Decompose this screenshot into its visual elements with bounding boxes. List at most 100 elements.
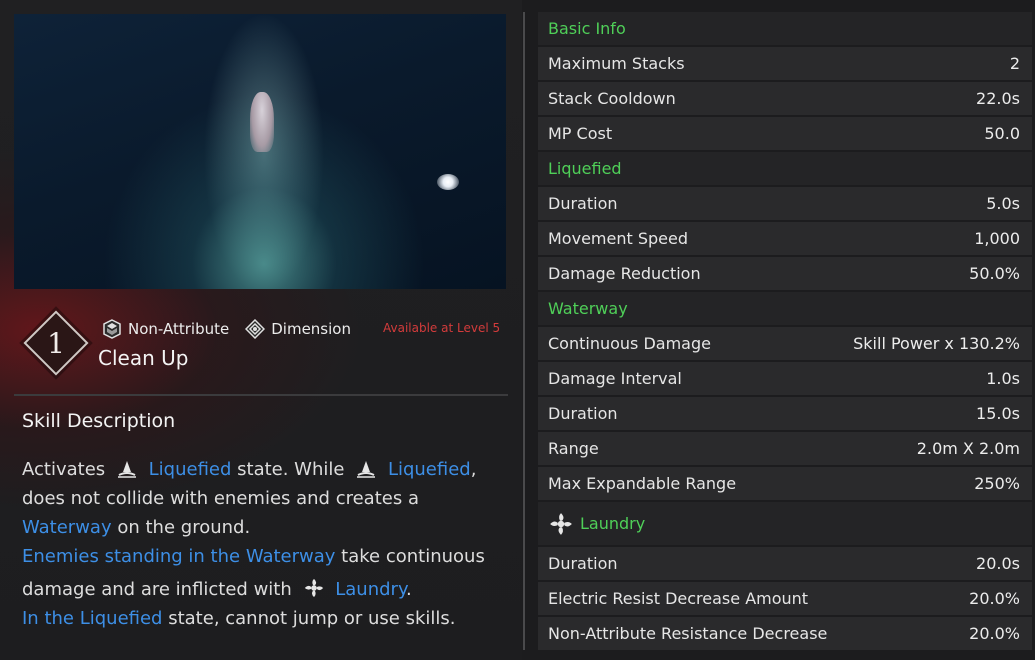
desc-text: state, cannot jump or use skills. <box>168 608 456 629</box>
laundry-icon <box>550 512 572 535</box>
desc-text: . <box>406 579 412 600</box>
stat-value: 20.0% <box>969 589 1020 608</box>
section-title: Liquefied <box>548 159 622 178</box>
stat-label: Range <box>548 439 599 458</box>
label-text: Damage Reduction <box>548 264 701 283</box>
stat-value: 20.0s <box>976 554 1020 573</box>
desc-text: on the ground. <box>117 517 251 538</box>
stat-label: MP Cost <box>548 124 612 143</box>
stat-value: Skill Power x 130.2% <box>853 334 1020 353</box>
label-text: Duration <box>548 404 618 423</box>
stats-row: Range 2.0m X 2.0m <box>538 432 1032 465</box>
stat-label: Damage Reduction <box>548 264 701 283</box>
stat-label: Stack Cooldown <box>548 89 676 108</box>
label-text: Movement Speed <box>548 229 688 248</box>
label-text: Maximum Stacks <box>548 54 685 73</box>
stats-row: Maximum Stacks 2 <box>538 47 1032 80</box>
non-attribute-icon <box>103 319 121 339</box>
stats-section-header: Basic Info <box>538 12 1032 45</box>
desc-keyword[interactable]: Waterway <box>22 517 112 538</box>
stats-row: Continuous Damage Skill Power x 130.2% <box>538 327 1032 360</box>
stats-row: Duration 15.0s <box>538 397 1032 430</box>
stat-value: 15.0s <box>976 404 1020 423</box>
stats-row: Damage Reduction 50.0% <box>538 257 1032 290</box>
stats-row: Non-Attribute Resistance Decrease 20.0% <box>538 617 1032 650</box>
stat-value: 1,000 <box>974 229 1020 248</box>
stat-label: Duration <box>548 554 618 573</box>
laundry-icon <box>304 578 323 598</box>
description-line: Activates Liquefied state. While Liquefi… <box>22 455 502 484</box>
label-text: MP Cost <box>548 124 613 143</box>
desc-keyword[interactable]: In the Liquefied <box>22 608 162 629</box>
label-text: Max Expandable Range <box>548 474 737 493</box>
desc-keyword[interactable]: Liquefied <box>149 459 232 480</box>
description-line: In the Liquefied state, cannot jump or u… <box>22 604 502 633</box>
light-orb <box>437 174 459 190</box>
stats-section-header: Laundry <box>538 502 1032 545</box>
desc-text: state. While <box>237 459 345 480</box>
stat-label: Damage Interval <box>548 369 682 388</box>
description-line: does not collide with enemies and create… <box>22 488 419 509</box>
skill-stats-table: Basic Info Maximum Stacks 2 Stack Cooldown 2… <box>538 12 1032 652</box>
stat-label: Duration <box>548 404 618 423</box>
desc-text: Activates <box>22 459 106 480</box>
liquefied-icon <box>117 461 136 478</box>
label-text: Duration <box>548 554 618 573</box>
description-line: Waterway on the ground. <box>22 513 502 542</box>
label-text: Range <box>548 439 599 458</box>
desc-keyword[interactable]: Enemies standing in the Waterway <box>22 546 335 567</box>
skill-level-number: 1 <box>47 326 65 360</box>
skill-description: Activates Liquefied state. While Liquefi… <box>22 455 502 633</box>
stats-row: Stack Cooldown 22.0s <box>538 82 1032 115</box>
skill-info-panel: 1 Non-Attribute Dimension Available at L… <box>0 0 522 660</box>
dimension-icon <box>245 319 266 339</box>
label-text: Waterway <box>548 299 628 318</box>
stat-value: 1.0s <box>986 369 1020 388</box>
description-line: damage and are inflicted with Laundry. <box>22 575 502 604</box>
skill-attributes: Non-Attribute Dimension <box>102 318 351 340</box>
stat-value: 2 <box>1009 54 1020 73</box>
stat-value: 20.0% <box>969 624 1020 643</box>
attribute-label: Non-Attribute <box>128 320 230 338</box>
desc-text: damage and are inflicted with <box>22 579 292 600</box>
stat-label: Max Expandable Range <box>548 474 736 493</box>
label-text: Non-Attribute Resistance Decrease <box>548 624 828 643</box>
skill-preview-video[interactable] <box>14 14 506 289</box>
stat-value: 50.0% <box>969 264 1020 283</box>
stats-row: MP Cost 50.0 <box>538 117 1032 150</box>
label-text: Electric Resist Decrease Amount <box>548 589 809 608</box>
stat-label: Electric Resist Decrease Amount <box>548 589 808 608</box>
label-text: Duration <box>548 194 618 213</box>
section-title: Waterway <box>548 299 628 318</box>
stat-value: 50.0 <box>984 124 1020 143</box>
label-text: Damage Interval <box>548 369 682 388</box>
stats-row: Damage Interval 1.0s <box>538 362 1032 395</box>
stats-row: Duration 20.0s <box>538 547 1032 580</box>
stats-row: Electric Resist Decrease Amount 20.0% <box>538 582 1032 615</box>
stat-value: 2.0m X 2.0m <box>916 439 1020 458</box>
availability-notice: Available at Level 5 <box>383 321 501 335</box>
skill-name: Clean Up <box>98 346 189 370</box>
label-text: Stack Cooldown <box>548 89 676 108</box>
skill-type-label: Dimension <box>271 320 351 338</box>
stats-row: Duration 5.0s <box>538 187 1032 220</box>
liquefied-icon <box>357 461 376 478</box>
stat-label: Duration <box>548 194 618 213</box>
desc-text: take continuous <box>341 546 485 567</box>
stat-value: 5.0s <box>986 194 1020 213</box>
description-title: Skill Description <box>22 410 176 432</box>
section-title: Basic Info <box>548 19 626 38</box>
desc-keyword[interactable]: Laundry <box>335 579 406 600</box>
stat-value: 250% <box>974 474 1020 493</box>
stat-value: 22.0s <box>976 89 1020 108</box>
label-text: Laundry <box>580 514 646 533</box>
panel-separator <box>523 12 525 650</box>
description-line: Enemies standing in the Waterway take co… <box>22 542 502 571</box>
stat-label: Movement Speed <box>548 229 688 248</box>
stat-label: Continuous Damage <box>548 334 711 353</box>
label-text: Basic Info <box>548 19 626 38</box>
skill-detail-screen: 1 Non-Attribute Dimension Available at L… <box>0 0 1035 660</box>
section-title: Laundry <box>548 511 645 537</box>
stats-row: Max Expandable Range 250% <box>538 467 1032 500</box>
desc-keyword[interactable]: Liquefied <box>388 459 471 480</box>
